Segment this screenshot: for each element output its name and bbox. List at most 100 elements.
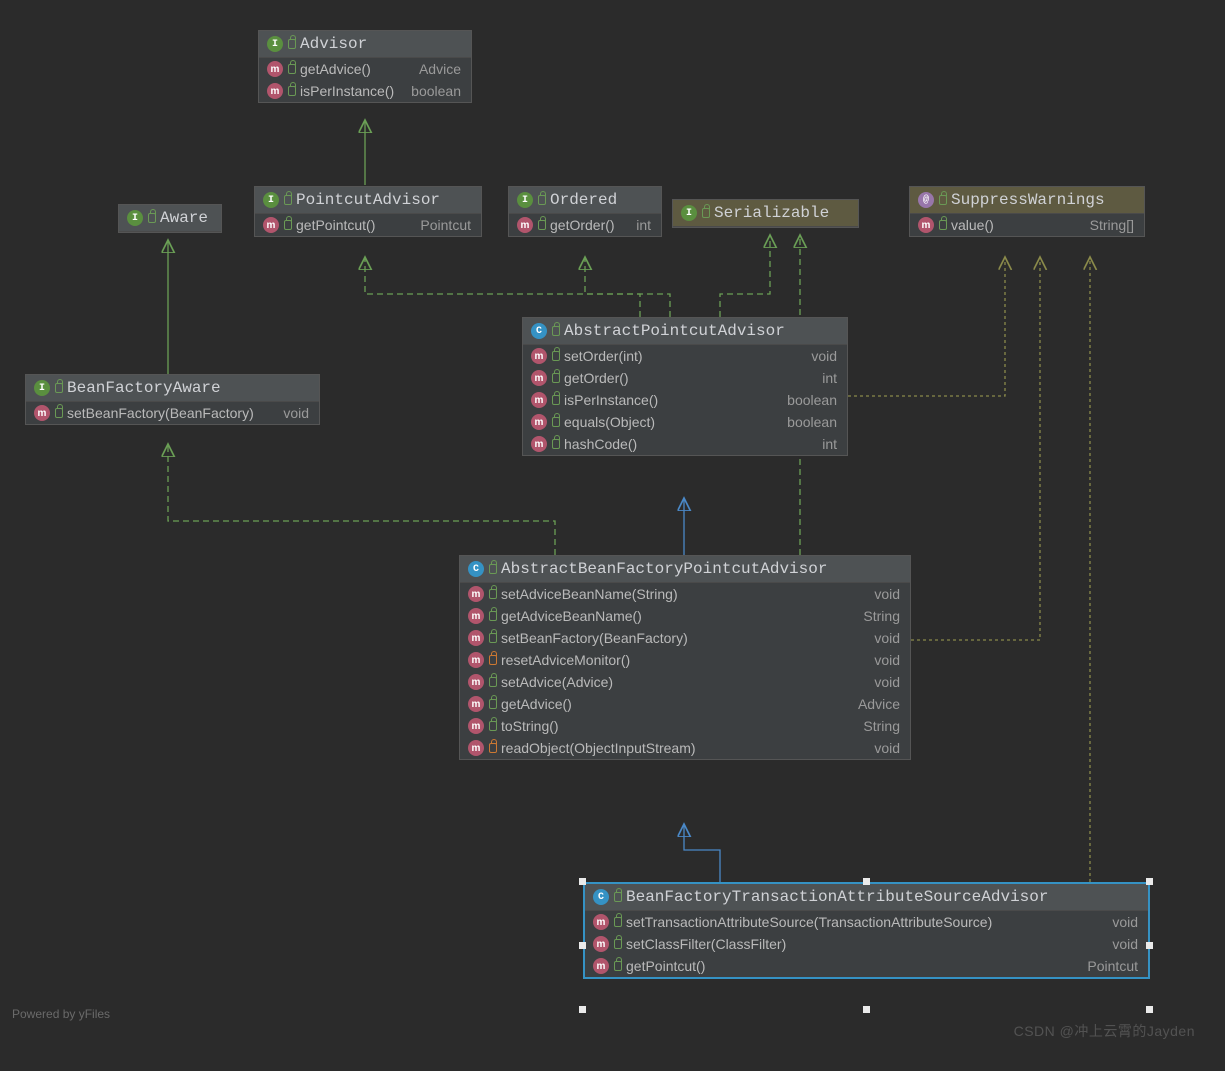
selection-handle[interactable]	[863, 878, 870, 885]
lock-icon	[614, 892, 622, 902]
members: mgetAdvice()Advice misPerInstance()boole…	[259, 58, 471, 102]
method-icon: m	[531, 436, 547, 452]
class-beanfactory-transaction-attribute-source-advisor[interactable]: C BeanFactoryTransactionAttributeSourceA…	[583, 882, 1150, 979]
lock-icon	[489, 633, 497, 643]
lock-icon	[614, 961, 622, 971]
class-beanfactory-aware[interactable]: I BeanFactoryAware msetBeanFactory(BeanF…	[25, 374, 320, 425]
method-icon: m	[468, 740, 484, 756]
interface-icon: I	[127, 210, 143, 226]
method-icon: m	[468, 586, 484, 602]
member-row: mgetPointcut()Pointcut	[585, 955, 1148, 977]
member-row: msetAdvice(Advice)void	[460, 671, 910, 693]
lock-icon	[288, 64, 296, 74]
class-name: Advisor	[300, 35, 367, 53]
method-icon: m	[593, 936, 609, 952]
method-icon: m	[263, 217, 279, 233]
member-row: msetBeanFactory(BeanFactory)void	[26, 402, 319, 424]
selection-handle[interactable]	[1146, 942, 1153, 949]
method-icon: m	[918, 217, 934, 233]
class-title: I BeanFactoryAware	[26, 375, 319, 402]
class-title: C AbstractBeanFactoryPointcutAdvisor	[460, 556, 910, 583]
class-icon: C	[593, 889, 609, 905]
lock-icon	[489, 564, 497, 574]
lock-icon	[489, 677, 497, 687]
edge-abfpa-bfa	[168, 444, 555, 555]
lock-icon	[148, 213, 156, 223]
method-icon: m	[593, 958, 609, 974]
lock-icon	[55, 383, 63, 393]
lock-icon	[489, 611, 497, 621]
lock-icon	[939, 220, 947, 230]
member-row: mhashCode()int	[523, 433, 847, 455]
class-ordered[interactable]: I Ordered mgetOrder()int	[508, 186, 662, 237]
member-row: msetTransactionAttributeSource(Transacti…	[585, 911, 1148, 933]
class-title: I PointcutAdvisor	[255, 187, 481, 214]
lock-icon	[614, 917, 622, 927]
selection-handle[interactable]	[863, 1006, 870, 1013]
member-row: msetAdviceBeanName(String)void	[460, 583, 910, 605]
member-row: mgetPointcut()Pointcut	[255, 214, 481, 236]
method-icon: m	[267, 61, 283, 77]
member-row: mgetOrder()int	[523, 367, 847, 389]
class-name: SuppressWarnings	[951, 191, 1105, 209]
method-icon: m	[517, 217, 533, 233]
class-name: PointcutAdvisor	[296, 191, 440, 209]
lock-icon	[538, 195, 546, 205]
members: mgetOrder()int	[509, 214, 661, 236]
selection-handle[interactable]	[1146, 1006, 1153, 1013]
lock-icon	[489, 589, 497, 599]
member-row: mequals(Object)boolean	[523, 411, 847, 433]
members: msetBeanFactory(BeanFactory)void	[26, 402, 319, 424]
lock-icon	[489, 721, 497, 731]
lock-icon	[284, 220, 292, 230]
class-title: @ SuppressWarnings	[910, 187, 1144, 214]
selection-handle[interactable]	[579, 878, 586, 885]
member-row: msetOrder(int)void	[523, 345, 847, 367]
class-name: Serializable	[714, 204, 829, 222]
class-abstract-pointcut-advisor[interactable]: C AbstractPointcutAdvisor msetOrder(int)…	[522, 317, 848, 456]
members: msetOrder(int)void mgetOrder()int misPer…	[523, 345, 847, 455]
class-abstract-beanfactory-pointcut-advisor[interactable]: C AbstractBeanFactoryPointcutAdvisor mse…	[459, 555, 911, 760]
interface-icon: I	[517, 192, 533, 208]
method-icon: m	[468, 696, 484, 712]
class-icon: C	[531, 323, 547, 339]
class-name: AbstractPointcutAdvisor	[564, 322, 785, 340]
member-row: mgetAdvice()Advice	[259, 58, 471, 80]
member-row: msetClassFilter(ClassFilter)void	[585, 933, 1148, 955]
class-aware[interactable]: I Aware	[118, 204, 222, 233]
lock-icon	[552, 373, 560, 383]
class-title: C AbstractPointcutAdvisor	[523, 318, 847, 345]
method-icon: m	[468, 608, 484, 624]
selection-handle[interactable]	[1146, 878, 1153, 885]
selection-handle[interactable]	[579, 942, 586, 949]
selection-handle[interactable]	[579, 1006, 586, 1013]
member-row: mtoString()String	[460, 715, 910, 737]
class-name: AbstractBeanFactoryPointcutAdvisor	[501, 560, 827, 578]
member-row: msetBeanFactory(BeanFactory)void	[460, 627, 910, 649]
interface-icon: I	[263, 192, 279, 208]
class-advisor[interactable]: I Advisor mgetAdvice()Advice misPerInsta…	[258, 30, 472, 103]
class-title: C BeanFactoryTransactionAttributeSourceA…	[585, 884, 1148, 911]
interface-icon: I	[267, 36, 283, 52]
member-row: misPerInstance()boolean	[259, 80, 471, 102]
class-suppress-warnings[interactable]: @ SuppressWarnings mvalue()String[]	[909, 186, 1145, 237]
lock-icon	[614, 939, 622, 949]
method-icon: m	[468, 674, 484, 690]
members: mvalue()String[]	[910, 214, 1144, 236]
method-icon: m	[468, 718, 484, 734]
edge-apa-pointcut	[365, 257, 640, 317]
member-row: mgetAdvice()Advice	[460, 693, 910, 715]
lock-icon	[552, 439, 560, 449]
footer-text: Powered by yFiles	[12, 1007, 110, 1021]
watermark-text: CSDN @冲上云霄的Jayden	[1014, 1021, 1195, 1041]
member-row: mreadObject(ObjectInputStream)void	[460, 737, 910, 759]
member-row: mvalue()String[]	[910, 214, 1144, 236]
class-pointcut-advisor[interactable]: I PointcutAdvisor mgetPointcut()Pointcut	[254, 186, 482, 237]
edge-apa-serializable	[720, 235, 770, 317]
class-serializable[interactable]: I Serializable	[672, 199, 859, 228]
class-name: BeanFactoryTransactionAttributeSourceAdv…	[626, 888, 1048, 906]
method-icon: m	[267, 83, 283, 99]
class-title: I Advisor	[259, 31, 471, 58]
lock-icon	[552, 351, 560, 361]
method-icon: m	[531, 392, 547, 408]
